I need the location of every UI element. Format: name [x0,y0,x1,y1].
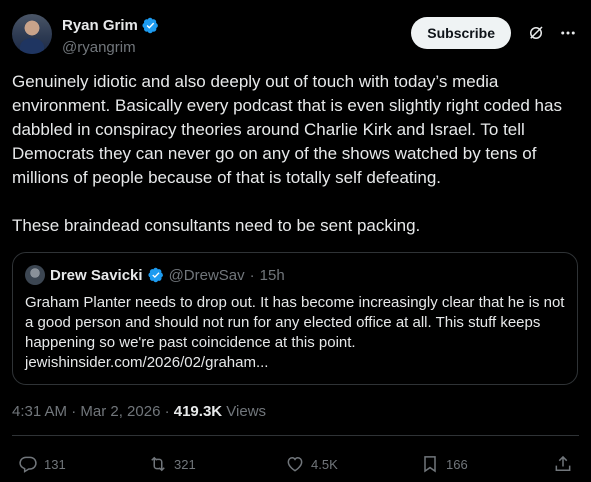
bookmark-button[interactable]: 166 [420,454,468,474]
quoted-post-link[interactable]: jewishinsider.com/2026/02/graham... [25,353,565,373]
quoted-post-body: Graham Planter needs to drop out. It has… [25,294,565,351]
author-avatar[interactable] [12,14,52,54]
verified-badge-icon [147,267,163,283]
quoted-post-age: 15h [259,266,285,284]
action-bar: 131 321 4.5K 166 [12,454,579,476]
quoted-post-text: Graham Planter needs to drop out. It has… [25,293,565,373]
quoted-post-header: Drew Savicki @DrewSav · 15h [25,265,285,285]
reply-count: 131 [44,456,66,472]
more-options-icon[interactable] [559,24,577,42]
post-text: Genuinely idiotic and also deeply out of… [12,72,562,235]
bookmark-icon [424,456,436,473]
verified-badge-icon [142,17,158,34]
quoted-author-handle: @DrewSav [168,266,245,284]
divider [12,435,579,436]
heart-icon [287,456,303,472]
quoted-separator: · [249,266,255,284]
reply-button[interactable]: 131 [18,454,66,474]
reply-icon [19,456,37,473]
post-header: Ryan Grim @ryangrim Subscribe [12,14,579,58]
grok-icon[interactable] [527,24,545,42]
author-name-line: Ryan Grim [62,17,159,34]
subscribe-button[interactable]: Subscribe [411,17,511,49]
quoted-author-name: Drew Savicki [50,266,143,284]
bookmark-count: 166 [446,456,468,472]
author-handle[interactable]: @ryangrim [62,39,136,56]
repost-button[interactable]: 321 [148,454,196,474]
share-button[interactable] [553,454,573,474]
share-icon [555,455,571,471]
like-button[interactable]: 4.5K [285,454,338,474]
views-label: Views [226,403,267,420]
post-timestamp[interactable]: 4:31 AM · Mar 2, 2026 · [12,403,174,420]
repost-count: 321 [174,456,196,472]
post-meta: 4:31 AM · Mar 2, 2026 · 419.3K Views [12,403,266,420]
quoted-author-avatar [25,265,45,285]
author-name[interactable]: Ryan Grim [62,17,138,34]
quoted-post[interactable]: Drew Savicki @DrewSav · 15h Graham Plant… [12,252,578,385]
views-count: 419.3K [173,403,223,420]
like-count: 4.5K [311,456,338,472]
repost-icon [151,456,165,472]
